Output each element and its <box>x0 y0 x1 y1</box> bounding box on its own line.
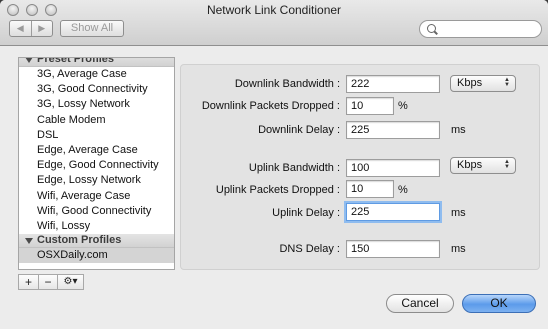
custom-profiles-header[interactable]: Custom Profiles <box>19 234 174 249</box>
uplink-unit-popup[interactable]: Kbps ▲ ▼ <box>450 157 516 174</box>
search-input[interactable] <box>419 20 542 38</box>
add-profile-button[interactable]: + <box>19 275 38 289</box>
back-arrow-icon[interactable]: ◀ <box>10 21 31 36</box>
back-forward-control: ◀ ▶ <box>9 20 53 37</box>
profile-item[interactable]: 3G, Average Case <box>19 67 174 82</box>
dns-delay-field[interactable]: 150 <box>346 240 440 258</box>
downlink-packets-dropped-field[interactable]: 10 <box>346 97 394 115</box>
cancel-button[interactable]: Cancel <box>386 294 454 313</box>
downlink-unit-value: Kbps <box>457 77 483 89</box>
uplink-delay-field[interactable]: 225 <box>346 203 440 221</box>
downlink-unit-popup[interactable]: Kbps ▲ ▼ <box>450 75 516 92</box>
uplink-unit-value: Kbps <box>457 159 483 171</box>
preset-profiles-label: Preset Profiles <box>37 57 115 65</box>
preset-profiles-header[interactable]: Preset Profiles <box>19 57 174 67</box>
profile-item[interactable]: Wifi, Average Case <box>19 189 174 204</box>
remove-profile-button[interactable]: − <box>38 275 57 289</box>
gear-icon[interactable]: ⚙▾ <box>57 275 83 289</box>
uplink-packets-unit: % <box>398 184 408 196</box>
downlink-packets-dropped-label: Downlink Packets Dropped : <box>201 100 340 112</box>
profile-item[interactable]: Edge, Average Case <box>19 143 174 158</box>
profile-list[interactable]: Preset Profiles 3G, Average Case 3G, Goo… <box>18 57 175 270</box>
uplink-bandwidth-label: Uplink Bandwidth : <box>248 162 340 174</box>
profile-item[interactable]: DSL <box>19 128 174 143</box>
downlink-bandwidth-field[interactable]: 222 <box>346 75 440 93</box>
disclosure-triangle-icon[interactable] <box>25 58 33 63</box>
dns-delay-label: DNS Delay : <box>279 243 340 255</box>
profile-item[interactable]: Edge, Good Connectivity <box>19 158 174 173</box>
profile-item[interactable]: 3G, Good Connectivity <box>19 82 174 97</box>
window-title: Network Link Conditioner <box>206 3 342 17</box>
uplink-delay-label: Uplink Delay : <box>272 207 340 219</box>
list-controls: + − ⚙▾ <box>18 274 84 290</box>
dns-delay-unit: ms <box>451 243 466 255</box>
downlink-packets-unit: % <box>398 100 408 112</box>
show-all-button[interactable]: Show All <box>60 20 124 37</box>
profile-item[interactable]: 3G, Lossy Network <box>19 97 174 112</box>
downlink-bandwidth-label: Downlink Bandwidth : <box>234 78 340 90</box>
downlink-delay-unit: ms <box>451 124 466 136</box>
uplink-packets-dropped-field[interactable]: 10 <box>346 180 394 198</box>
custom-profile-item-selected[interactable]: OSXDaily.com <box>19 248 174 264</box>
custom-profiles-label: Custom Profiles <box>37 234 122 247</box>
popup-arrows-icon: ▲ ▼ <box>504 77 510 88</box>
profile-item[interactable]: Edge, Lossy Network <box>19 173 174 188</box>
search-icon <box>427 24 436 33</box>
profile-item[interactable]: Wifi, Lossy <box>19 219 174 234</box>
ok-button[interactable]: OK <box>462 294 536 313</box>
title-bar: Network Link Conditioner ◀ ▶ Show All <box>0 0 548 46</box>
preferences-window: Network Link Conditioner ◀ ▶ Show All Pr… <box>0 0 548 329</box>
uplink-delay-unit: ms <box>451 207 466 219</box>
forward-arrow-icon[interactable]: ▶ <box>30 21 53 36</box>
downlink-delay-field[interactable]: 225 <box>346 121 440 139</box>
disclosure-triangle-icon[interactable] <box>25 237 33 244</box>
popup-arrows-icon: ▲ ▼ <box>504 159 510 170</box>
uplink-packets-dropped-label: Uplink Packets Dropped : <box>215 184 340 196</box>
downlink-delay-label: Downlink Delay : <box>258 124 340 136</box>
profile-item[interactable]: Cable Modem <box>19 113 174 128</box>
uplink-bandwidth-field[interactable]: 100 <box>346 159 440 177</box>
profile-item[interactable]: Wifi, Good Connectivity <box>19 204 174 219</box>
